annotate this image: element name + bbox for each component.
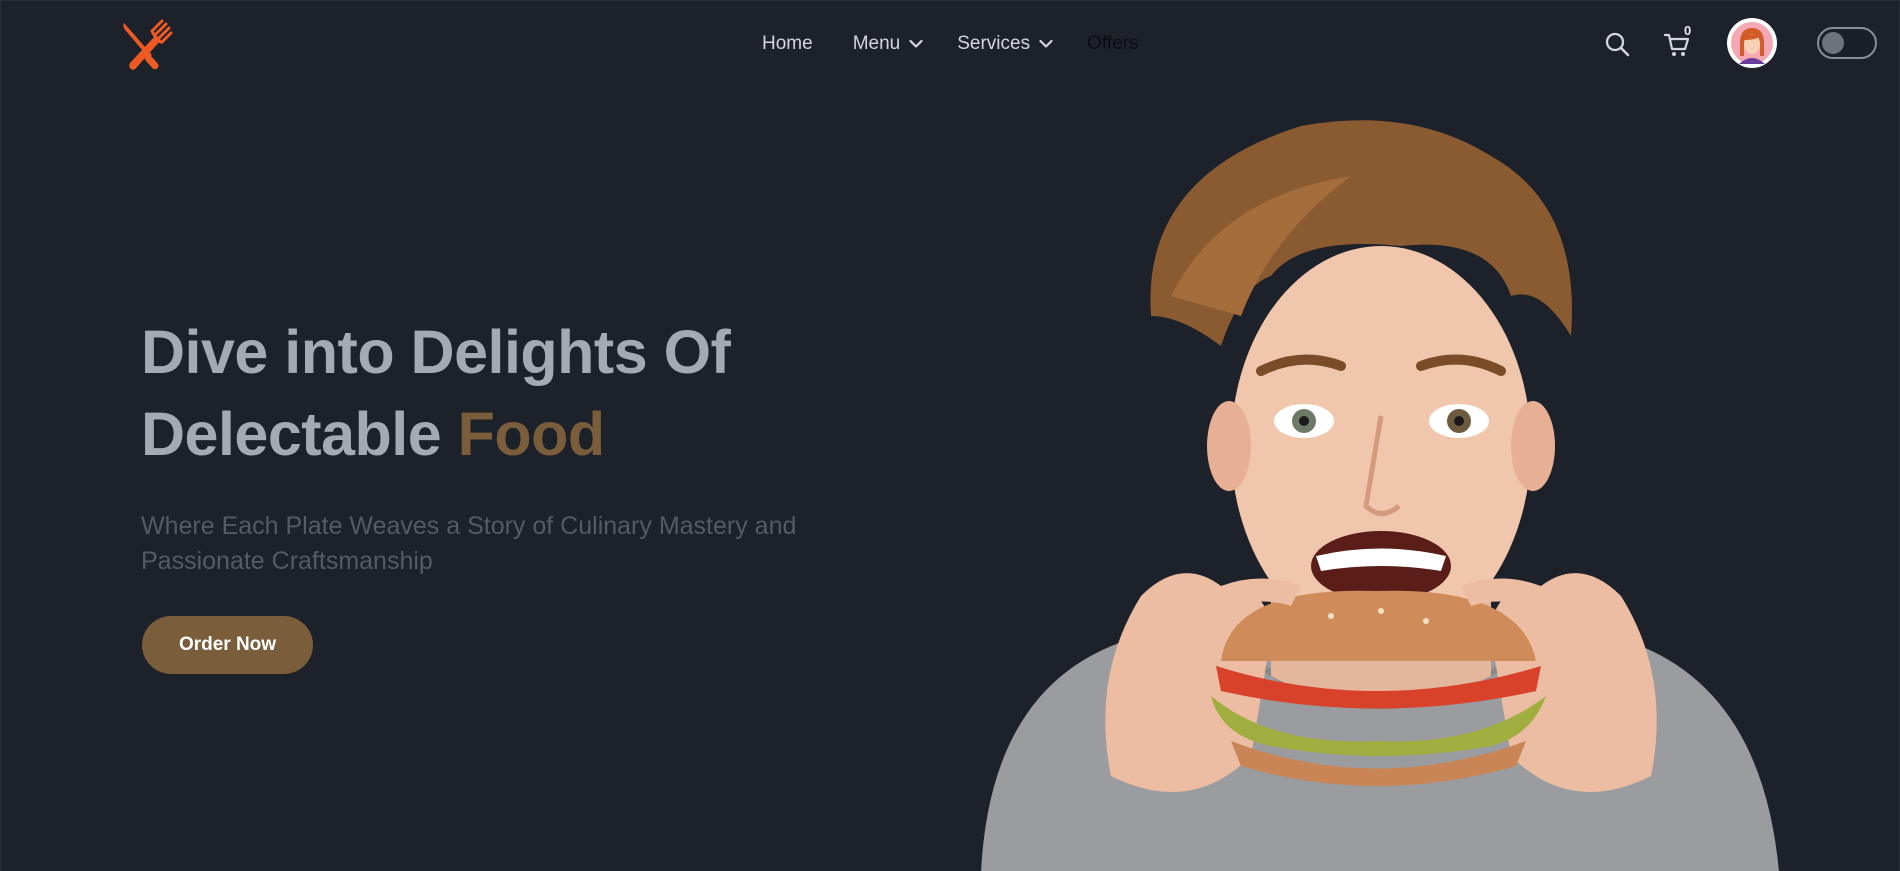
order-now-button[interactable]: Order Now: [142, 616, 313, 674]
nav-links: Home Menu Services Offers: [762, 31, 1138, 57]
hero-title-accent: Food: [457, 400, 606, 468]
chevron-down-icon: [1039, 39, 1053, 48]
nav-link-home-label: Home: [762, 33, 813, 54]
hero-subtitle: Where Each Plate Weaves a Story of Culin…: [141, 512, 797, 575]
search-icon[interactable]: [1605, 32, 1630, 57]
page: Home Menu Services Offers 0 Dive into De…: [0, 0, 1900, 871]
nav-link-services[interactable]: Services: [957, 33, 1053, 55]
hero-title: Dive into Delights Of Delectable Food: [141, 311, 901, 475]
nav-link-menu[interactable]: Menu: [853, 33, 924, 55]
toggle-knob: [1822, 32, 1844, 54]
chevron-down-icon: [909, 39, 923, 48]
nav-link-offers-label: Offers: [1087, 33, 1139, 54]
nav-link-services-label: Services: [957, 33, 1031, 54]
hero-title-line1: Dive into Delights Of: [141, 318, 731, 386]
user-avatar[interactable]: [1727, 18, 1777, 68]
dark-mode-toggle[interactable]: [1817, 27, 1877, 59]
hero-image: [971, 116, 1791, 871]
fork-knife-logo-icon[interactable]: [118, 17, 174, 73]
nav-link-menu-label: Menu: [852, 33, 901, 54]
nav-link-offers[interactable]: Offers: [1087, 33, 1138, 55]
cart-count-badge: 0: [1684, 23, 1692, 38]
nav-link-home[interactable]: Home: [762, 33, 813, 55]
navbar: Home Menu Services Offers 0: [1, 1, 1900, 87]
hero-title-line2: Delectable: [141, 400, 458, 468]
